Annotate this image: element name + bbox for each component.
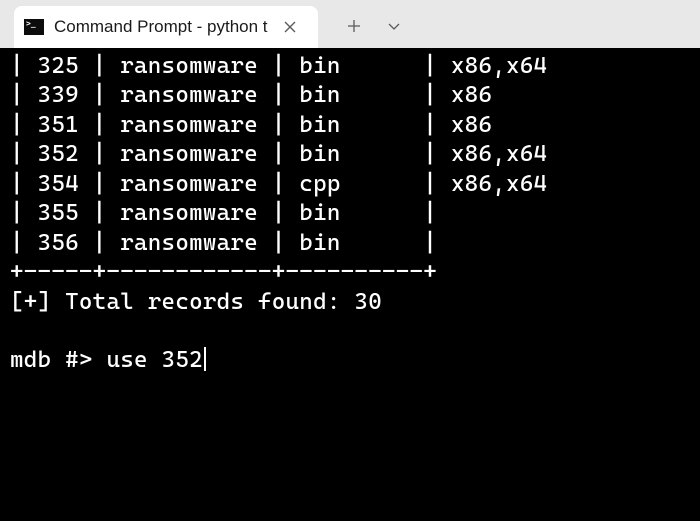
terminal-output[interactable]: | 325 | ransomware | bin | x86,x64 | 339… — [0, 48, 700, 521]
status-prefix: [+] — [10, 289, 65, 315]
plus-icon — [347, 19, 361, 33]
tab-active[interactable]: Command Prompt - python t — [14, 6, 318, 48]
titlebar-actions — [336, 8, 412, 44]
window-titlebar: Command Prompt - python t — [0, 0, 700, 48]
table-border: +-----+------------+----------+ — [10, 259, 437, 285]
status-text: Total records found: 30 — [65, 289, 382, 315]
close-icon — [284, 21, 296, 33]
terminal-icon — [24, 19, 44, 35]
new-tab-button[interactable] — [336, 8, 372, 44]
prompt-input: use 352 — [106, 347, 202, 373]
tab-dropdown-button[interactable] — [376, 8, 412, 44]
tab-close-button[interactable] — [278, 15, 302, 39]
tab-title: Command Prompt - python t — [54, 17, 268, 37]
prompt-symbol: mdb #> — [10, 347, 106, 373]
chevron-down-icon — [387, 19, 401, 33]
cursor — [204, 347, 206, 371]
